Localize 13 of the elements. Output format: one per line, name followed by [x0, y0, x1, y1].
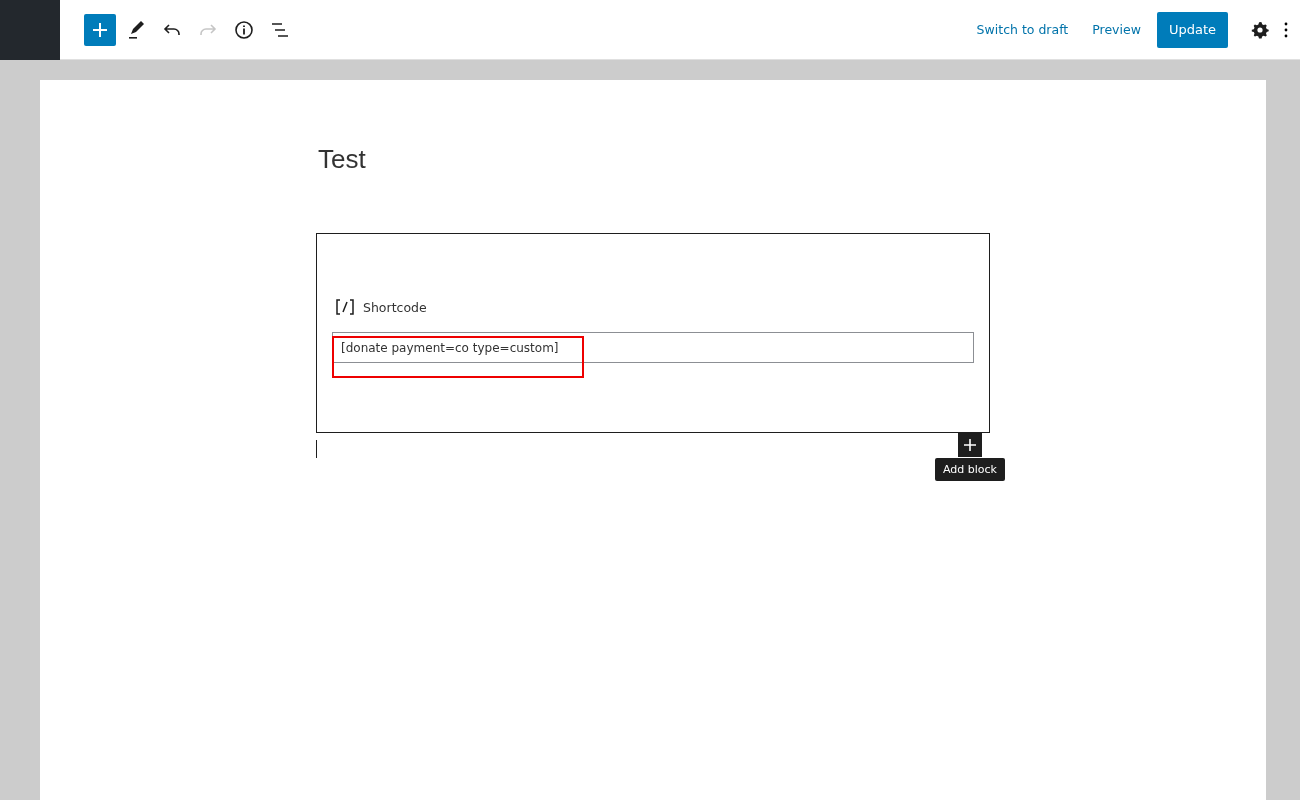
preview-link[interactable]: Preview	[1084, 16, 1149, 43]
shortcode-icon	[335, 298, 355, 316]
tooltip: Add block	[935, 458, 1005, 481]
more-options-icon[interactable]	[1284, 21, 1288, 38]
text-cursor	[316, 440, 317, 458]
block-label: Shortcode	[363, 299, 427, 315]
plus-icon	[962, 437, 978, 453]
post-title[interactable]: Test	[318, 144, 1266, 175]
switch-to-draft-link[interactable]: Switch to draft	[968, 16, 1077, 43]
update-button[interactable]: Update	[1156, 11, 1228, 48]
shortcode-input[interactable]: [donate payment=co type=custom]	[332, 332, 974, 363]
shortcode-block[interactable]: Shortcode [donate payment=co type=custom]	[316, 233, 990, 433]
add-block-button[interactable]	[958, 433, 982, 457]
